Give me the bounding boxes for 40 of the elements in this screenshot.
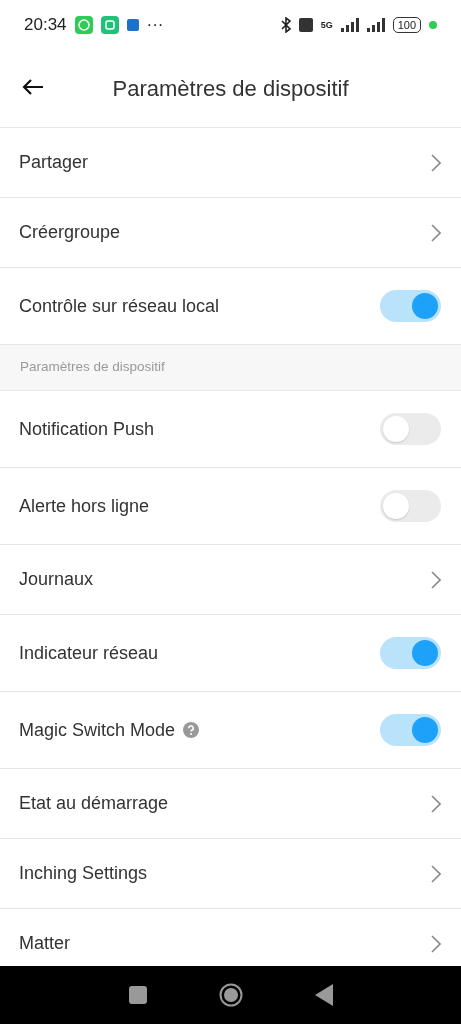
network-type: 5G: [320, 20, 333, 30]
help-icon[interactable]: [183, 722, 200, 738]
section-heading: Paramètres de dispositif: [20, 358, 165, 377]
setting-label: Partager: [19, 151, 89, 174]
setting-label: Magic Switch Mode: [19, 718, 176, 742]
toggle-switch[interactable]: [380, 637, 441, 669]
setting-label: Etat au démarrage: [19, 792, 169, 815]
mail-app-icon: [126, 19, 139, 31]
toggle-switch[interactable]: [380, 413, 441, 445]
home-icon[interactable]: [218, 983, 243, 1007]
toggle-switch[interactable]: [380, 490, 441, 522]
chevron-right-icon[interactable]: [431, 223, 441, 242]
setting-label: Contrôle sur réseau local: [19, 294, 220, 318]
page-title: Paramètres de dispositif: [112, 75, 349, 103]
signal-icon: [366, 18, 385, 32]
app-icon: [100, 16, 119, 34]
setting-label: Créergroupe: [19, 221, 121, 244]
chevron-right-icon[interactable]: [431, 153, 441, 172]
recents-icon[interactable]: [128, 986, 147, 1004]
setting-label: Indicateur réseau: [19, 641, 159, 665]
chevron-right-icon[interactable]: [431, 570, 441, 589]
signal-icon: [340, 18, 359, 32]
bluetooth-icon: [280, 17, 291, 33]
dot-icon: [429, 21, 437, 29]
chevron-right-icon[interactable]: [431, 794, 441, 813]
toggle-switch[interactable]: [380, 714, 441, 746]
more-notifications: ···: [146, 14, 164, 37]
chevron-right-icon[interactable]: [431, 864, 441, 883]
setting-label: Alerte hors ligne: [19, 494, 150, 518]
chat-app-icon: [74, 16, 93, 34]
status-time: 20:34: [24, 14, 67, 37]
toggle-switch[interactable]: [380, 290, 441, 322]
back-icon[interactable]: [314, 984, 333, 1006]
battery-level: 100: [392, 17, 421, 33]
back-arrow-icon[interactable]: [22, 78, 44, 96]
chevron-right-icon[interactable]: [431, 934, 441, 953]
setting-label: Notification Push: [19, 417, 155, 441]
setting-label: Matter: [19, 932, 70, 955]
setting-label: Inching Settings: [19, 862, 148, 885]
setting-label: Journaux: [19, 568, 94, 591]
